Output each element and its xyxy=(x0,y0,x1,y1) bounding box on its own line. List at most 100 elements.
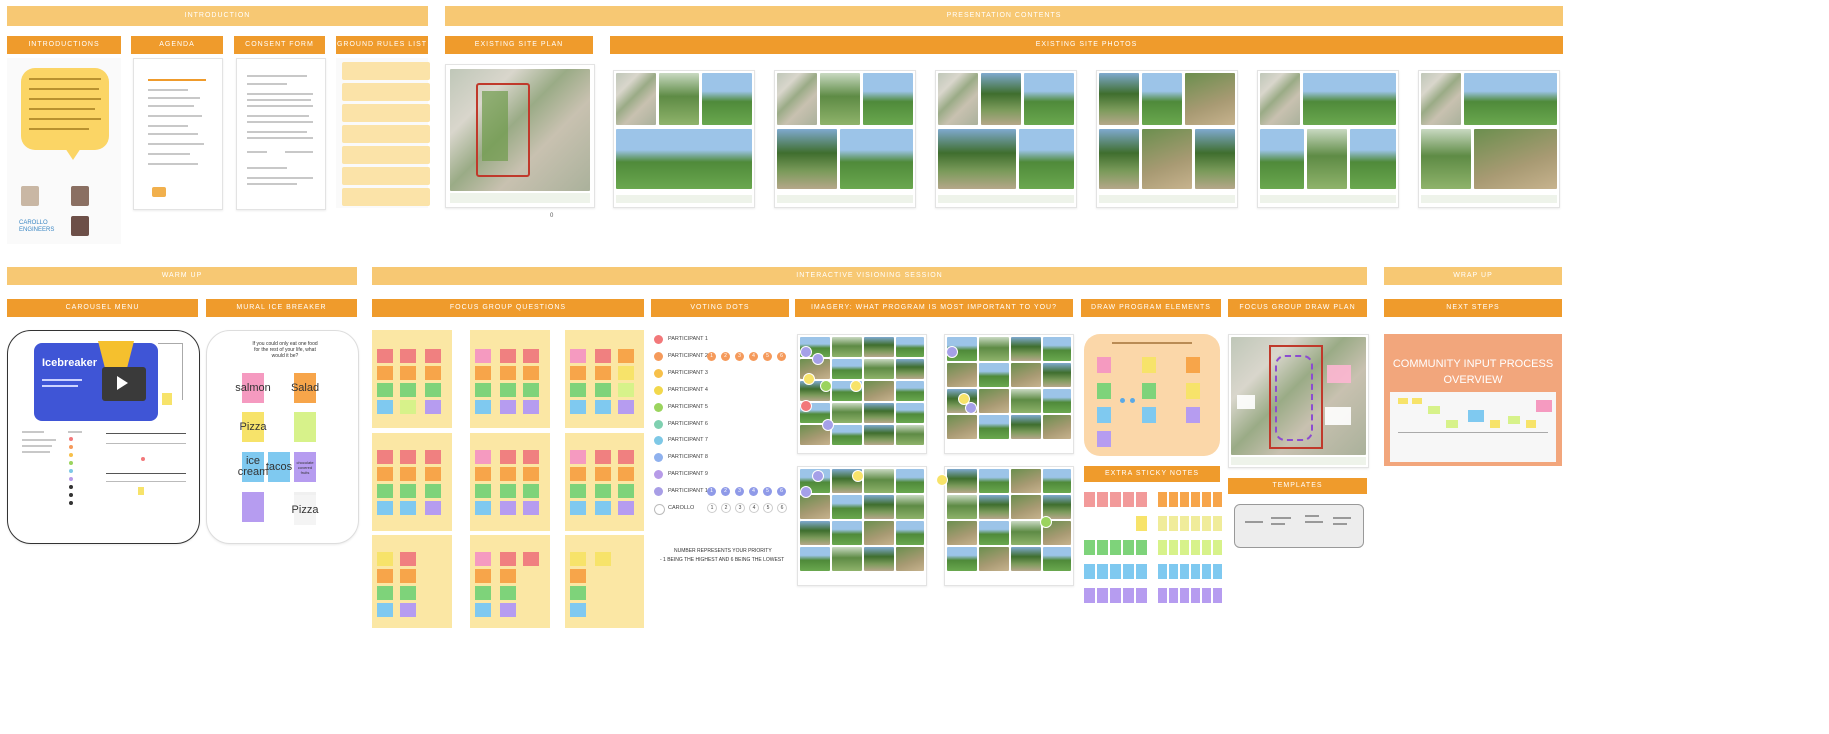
participant-color-dot[interactable] xyxy=(654,403,663,412)
extra-sticky-note[interactable] xyxy=(1136,540,1147,555)
priority-dot[interactable]: 5 xyxy=(763,352,772,361)
extra-sticky-note[interactable] xyxy=(1136,492,1147,507)
participant-color-dot[interactable] xyxy=(654,487,663,496)
site-photo-board-6[interactable] xyxy=(1418,70,1560,208)
participant-color-dot[interactable] xyxy=(654,453,663,462)
extra-sticky-note[interactable] xyxy=(1202,492,1211,507)
site-photo-board-3[interactable] xyxy=(935,70,1077,208)
extra-sticky-note[interactable] xyxy=(1213,540,1222,555)
priority-dot[interactable]: 3 xyxy=(735,352,744,361)
imagery-board-4[interactable] xyxy=(944,466,1074,586)
extra-sticky-note[interactable] xyxy=(1084,540,1095,555)
priority-dot[interactable]: 1 xyxy=(707,503,717,513)
extra-sticky-note[interactable] xyxy=(1136,564,1147,579)
priority-dot[interactable]: 4 xyxy=(749,503,759,513)
priority-dot[interactable]: 3 xyxy=(735,487,744,496)
participant-color-dot[interactable] xyxy=(654,420,663,429)
extra-sticky-note[interactable] xyxy=(1191,564,1200,579)
question-cell[interactable] xyxy=(372,433,452,531)
extra-sticky-note[interactable] xyxy=(1084,492,1095,507)
extra-sticky-note[interactable] xyxy=(1123,588,1134,603)
participant-color-dot[interactable] xyxy=(654,504,665,515)
extra-sticky-note[interactable] xyxy=(1202,540,1211,555)
icebreaker-sticky[interactable]: ice cream xyxy=(238,452,268,482)
extra-sticky-note[interactable] xyxy=(1158,588,1167,603)
icebreaker-sticky[interactable] xyxy=(294,412,316,442)
extra-sticky-note[interactable] xyxy=(1158,516,1167,531)
extra-sticky-note[interactable] xyxy=(1084,564,1095,579)
extra-sticky-note[interactable] xyxy=(1180,516,1189,531)
extra-sticky-note[interactable] xyxy=(1180,564,1189,579)
imagery-board-3[interactable] xyxy=(797,466,927,586)
icebreaker-sticky[interactable] xyxy=(242,492,264,522)
extra-sticky-note[interactable] xyxy=(1180,588,1189,603)
icebreaker-sticky[interactable]: Salad xyxy=(291,373,319,403)
extra-sticky-note[interactable] xyxy=(1110,540,1121,555)
icebreaker-sticky[interactable]: tacos xyxy=(266,452,292,482)
site-photo-board-5[interactable] xyxy=(1257,70,1399,208)
extra-sticky-note[interactable] xyxy=(1213,588,1222,603)
play-icon[interactable] xyxy=(117,376,128,390)
extra-sticky-note[interactable] xyxy=(1202,588,1211,603)
priority-dot[interactable]: 1 xyxy=(707,487,716,496)
priority-dot[interactable]: 2 xyxy=(721,503,731,513)
focus-group-draw-plan-board[interactable] xyxy=(1228,334,1369,468)
priority-dot[interactable]: 5 xyxy=(763,487,772,496)
templates-panel[interactable] xyxy=(1234,504,1364,548)
extra-sticky-note[interactable] xyxy=(1202,516,1211,531)
priority-dot[interactable]: 6 xyxy=(777,352,786,361)
imagery-board-1[interactable] xyxy=(797,334,927,454)
extra-sticky-note[interactable] xyxy=(1180,492,1189,507)
icebreaker-sticky[interactable]: chocolate covered fruits xyxy=(294,452,316,482)
extra-sticky-note[interactable] xyxy=(1097,540,1108,555)
extra-sticky-note[interactable] xyxy=(1213,564,1222,579)
carousel-menu-board[interactable]: Icebreaker xyxy=(7,330,200,544)
site-photo-board-1[interactable] xyxy=(613,70,755,208)
participant-color-dot[interactable] xyxy=(654,352,663,361)
extra-sticky-note[interactable] xyxy=(1191,588,1200,603)
agenda-document[interactable] xyxy=(133,58,223,210)
consent-form-document[interactable] xyxy=(236,58,326,210)
extra-sticky-note[interactable] xyxy=(1123,564,1134,579)
participant-color-dot[interactable] xyxy=(654,436,663,445)
extra-sticky-note[interactable] xyxy=(1158,492,1167,507)
extra-sticky-note[interactable] xyxy=(1213,516,1222,531)
extra-sticky-note[interactable] xyxy=(1191,492,1200,507)
priority-dot[interactable]: 5 xyxy=(763,503,773,513)
next-steps-board[interactable]: COMMUNITY INPUT PROCESS OVERVIEW xyxy=(1384,334,1562,466)
extra-sticky-note[interactable] xyxy=(1123,540,1134,555)
priority-dot[interactable]: 2 xyxy=(721,352,730,361)
priority-dot[interactable]: 3 xyxy=(735,503,745,513)
priority-dot[interactable]: 6 xyxy=(777,503,787,513)
extra-sticky-note[interactable] xyxy=(1213,492,1222,507)
extra-sticky-grid[interactable] xyxy=(1084,492,1224,608)
extra-sticky-note[interactable] xyxy=(1136,516,1147,531)
extra-sticky-note[interactable] xyxy=(1191,516,1200,531)
icebreaker-sticky[interactable]: Pizza xyxy=(240,412,266,442)
icebreaker-sticky[interactable]: salmon xyxy=(235,373,271,403)
participant-color-dot[interactable] xyxy=(654,386,663,395)
extra-sticky-note[interactable] xyxy=(1110,492,1121,507)
extra-sticky-note[interactable] xyxy=(1158,564,1167,579)
extra-sticky-note[interactable] xyxy=(1110,564,1121,579)
introductions-board[interactable]: CAROLLO ENGINEERS xyxy=(7,58,121,244)
extra-sticky-note[interactable] xyxy=(1084,588,1095,603)
extra-sticky-note[interactable] xyxy=(1169,492,1178,507)
existing-site-plan-board[interactable] xyxy=(445,64,595,208)
icebreaker-sticky[interactable]: Pizza xyxy=(292,495,318,525)
extra-sticky-note[interactable] xyxy=(1097,492,1108,507)
priority-dot[interactable]: 2 xyxy=(721,487,730,496)
extra-sticky-note[interactable] xyxy=(1097,588,1108,603)
priority-dot[interactable]: 4 xyxy=(749,487,758,496)
question-cell[interactable] xyxy=(565,433,644,531)
extra-sticky-note[interactable] xyxy=(1097,564,1108,579)
participant-color-dot[interactable] xyxy=(654,335,663,344)
extra-sticky-note[interactable] xyxy=(1180,540,1189,555)
site-photo-board-2[interactable] xyxy=(774,70,916,208)
extra-sticky-note[interactable] xyxy=(1110,588,1121,603)
extra-sticky-note[interactable] xyxy=(1169,588,1178,603)
site-photo-board-4[interactable] xyxy=(1096,70,1238,208)
extra-sticky-note[interactable] xyxy=(1123,492,1134,507)
voting-dots-board[interactable] xyxy=(651,325,789,575)
question-cell[interactable] xyxy=(470,433,550,531)
